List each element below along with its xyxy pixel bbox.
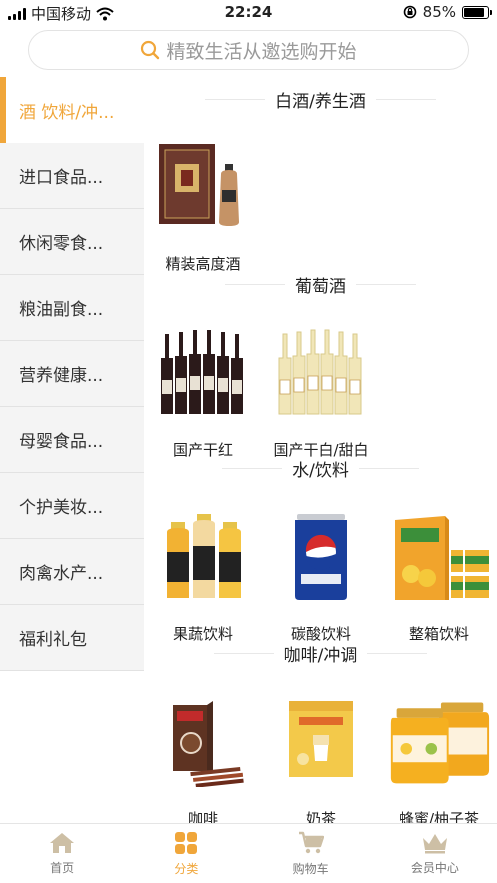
cart-icon: [298, 831, 324, 853]
search-icon: [141, 40, 160, 60]
product-card[interactable]: 果蔬饮料: [144, 505, 262, 644]
sidebar-item-label: 营养健康...: [19, 366, 104, 386]
sidebar-item-label: 酒 饮料/冲...: [19, 102, 115, 123]
product-name: 咖啡: [187, 810, 218, 823]
sidebar-item-beauty[interactable]: 个护美妆...: [0, 473, 144, 539]
sidebar-item-gift-pack[interactable]: 福利礼包: [0, 605, 144, 671]
home-icon: [50, 832, 75, 853]
sidebar-item-imported-food[interactable]: 进口食品...: [0, 143, 144, 209]
product-image: [151, 505, 255, 609]
product-card[interactable]: 咖啡: [144, 690, 262, 823]
tab-label: 会员中心: [410, 860, 459, 875]
product-image: [151, 690, 255, 794]
product-card[interactable]: 国产干红: [144, 321, 262, 460]
product-card[interactable]: 国产干白/甜白: [262, 321, 380, 460]
product-image: [151, 321, 255, 425]
search-placeholder: 精致生活从邀选购开始: [166, 40, 357, 63]
bottom-tab-bar: 首页 分类 购物车 会员中心: [0, 823, 497, 883]
battery-percent: 85%: [422, 3, 456, 21]
section-title-wine: 葡萄酒: [144, 264, 497, 304]
status-right: 85%: [403, 3, 492, 21]
product-card[interactable]: 精装高度酒: [144, 135, 262, 274]
sidebar-item-label: 福利礼包: [19, 630, 87, 650]
product-name: 蜂蜜/柚子茶: [398, 810, 480, 823]
crown-icon: [422, 833, 447, 853]
product-image: [269, 505, 373, 609]
sidebar-item-label: 进口食品...: [19, 168, 104, 188]
sidebar-item-label: 母婴食品...: [19, 432, 104, 452]
tab-label: 分类: [174, 861, 199, 876]
product-card[interactable]: 整箱饮料: [380, 505, 497, 644]
section-title-coffee: 咖啡/冲调: [144, 633, 497, 673]
category-content: 白酒/养生酒 精装高度酒 葡萄酒 国产干红 国产干白/甜白 水/饮料 果蔬饮料 …: [144, 77, 497, 823]
section-title-liquor: 白酒/养生酒: [144, 79, 497, 119]
section-title-text: 水/饮料: [292, 460, 349, 481]
status-bar: 中国移动 22:24 85%: [0, 0, 497, 26]
sidebar-item-label: 休闲零食...: [19, 234, 104, 254]
product-image: [269, 321, 373, 425]
product-name: 奶茶: [305, 810, 336, 823]
section-title-text: 葡萄酒: [295, 276, 346, 297]
product-card[interactable]: 奶茶: [262, 690, 380, 823]
tab-home[interactable]: 首页: [0, 824, 124, 883]
product-image: [387, 505, 491, 609]
sidebar-item-baby-food[interactable]: 母婴食品...: [0, 407, 144, 473]
tab-label: 首页: [50, 860, 75, 875]
category-icon: [175, 831, 198, 854]
product-card[interactable]: 蜂蜜/柚子茶: [380, 690, 497, 823]
product-image: [151, 135, 255, 239]
battery-level: [464, 7, 484, 17]
sidebar-item-label: 肉禽水产...: [19, 564, 104, 584]
sidebar-item-label: 个护美妆...: [19, 498, 104, 518]
section-title-beverages: 水/饮料: [144, 448, 497, 488]
tab-cart[interactable]: 购物车: [249, 824, 373, 883]
tab-label: 购物车: [292, 861, 329, 876]
product-image: [269, 690, 373, 794]
battery-icon: [462, 5, 492, 19]
sidebar-item-health[interactable]: 营养健康...: [0, 341, 144, 407]
section-title-text: 咖啡/冲调: [283, 645, 358, 666]
sidebar-item-grain-oil[interactable]: 粮油副食...: [0, 275, 144, 341]
section-title-text: 白酒/养生酒: [275, 91, 366, 112]
category-sidebar: 酒 饮料/冲... 进口食品... 休闲零食... 粮油副食... 营养健康..…: [0, 77, 144, 671]
product-card[interactable]: 碳酸饮料: [262, 505, 380, 644]
tab-member-center[interactable]: 会员中心: [373, 824, 497, 883]
sidebar-item-meat-seafood[interactable]: 肉禽水产...: [0, 539, 144, 605]
search-input[interactable]: 精致生活从邀选购开始: [28, 30, 469, 70]
sidebar-item-drinks[interactable]: 酒 饮料/冲...: [0, 77, 144, 143]
tab-category[interactable]: 分类: [124, 824, 248, 883]
sidebar-item-snacks[interactable]: 休闲零食...: [0, 209, 144, 275]
sidebar-item-label: 粮油副食...: [19, 300, 104, 320]
rotation-lock-icon: [403, 5, 416, 19]
product-image: [387, 690, 491, 794]
